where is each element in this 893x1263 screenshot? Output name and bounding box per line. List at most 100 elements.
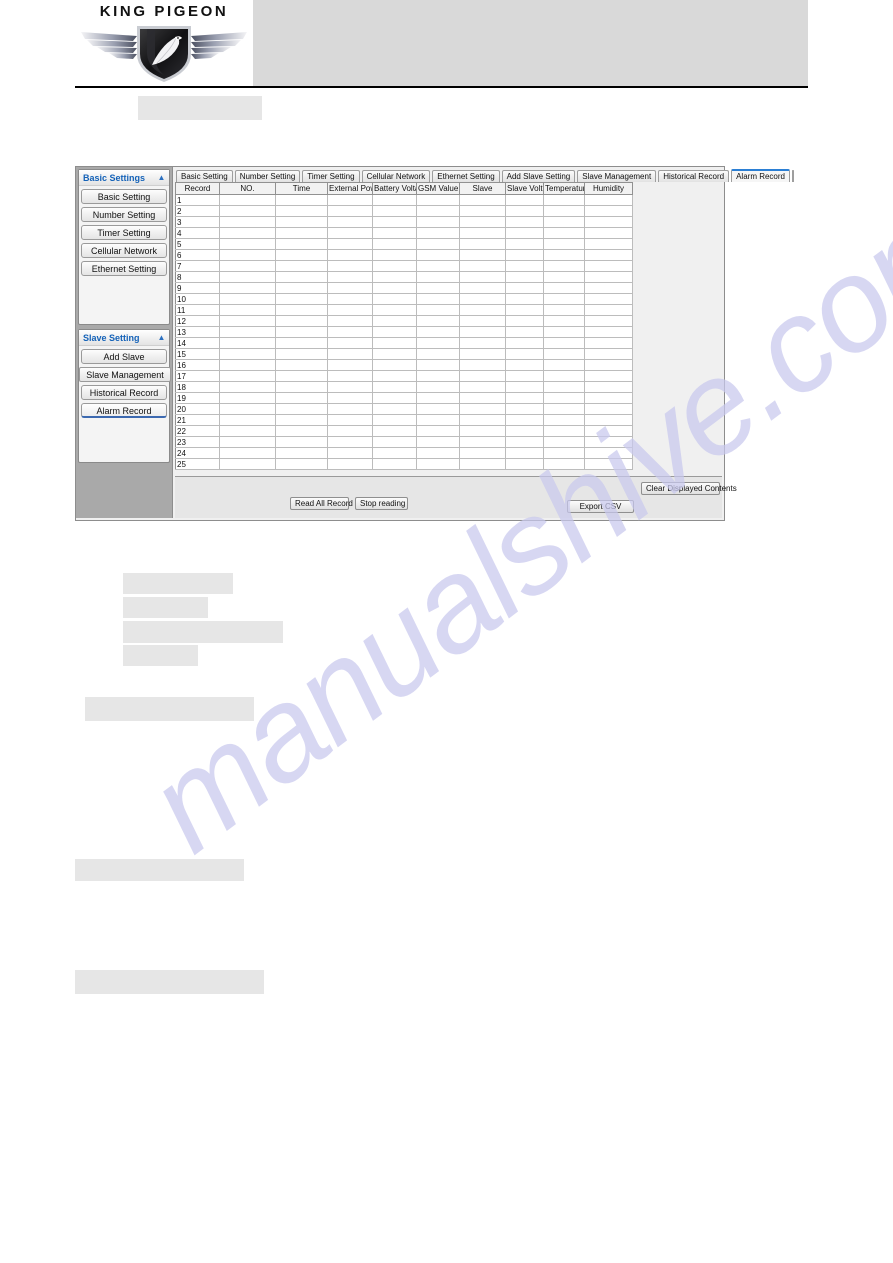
sidebar-item-timer-setting[interactable]: Timer Setting <box>81 225 167 240</box>
clear-displayed-contents-button[interactable]: Clear Displayed Contents <box>641 482 737 495</box>
table-cell[interactable] <box>584 205 633 217</box>
table-cell[interactable] <box>584 282 633 294</box>
table-cell[interactable] <box>416 425 460 437</box>
table-cell[interactable] <box>543 227 585 239</box>
table-cell[interactable] <box>275 249 328 261</box>
tab-slave-management[interactable]: Slave Management <box>577 170 657 182</box>
table-cell[interactable] <box>505 238 544 250</box>
table-cell[interactable] <box>327 227 373 239</box>
table-cell[interactable] <box>459 238 506 250</box>
table-cell[interactable] <box>275 337 328 349</box>
table-cell[interactable] <box>416 249 460 261</box>
table-cell[interactable] <box>275 304 328 316</box>
column-header-external-pow[interactable]: External Pow <box>327 182 373 195</box>
table-cell[interactable] <box>219 271 276 283</box>
table-row[interactable]: 11 <box>175 304 633 316</box>
table-cell[interactable] <box>505 271 544 283</box>
table-row[interactable]: 19 <box>175 392 633 404</box>
table-cell[interactable] <box>505 315 544 327</box>
table-cell[interactable] <box>327 403 373 415</box>
table-row[interactable]: 4 <box>175 227 633 239</box>
table-cell[interactable] <box>505 194 544 206</box>
table-cell[interactable] <box>275 348 328 360</box>
table-cell[interactable] <box>459 458 506 470</box>
table-cell[interactable] <box>584 194 633 206</box>
row-number-cell[interactable]: 5 <box>175 238 220 250</box>
table-cell[interactable] <box>416 403 460 415</box>
table-cell[interactable] <box>543 293 585 305</box>
table-cell[interactable] <box>543 194 585 206</box>
table-cell[interactable] <box>372 205 417 217</box>
table-cell[interactable] <box>416 326 460 338</box>
table-cell[interactable] <box>219 227 276 239</box>
row-number-cell[interactable]: 20 <box>175 403 220 415</box>
row-number-cell[interactable]: 21 <box>175 414 220 426</box>
column-header-battery-volta[interactable]: Battery Volta <box>372 182 417 195</box>
tab-add-slave-setting[interactable]: Add Slave Setting <box>501 170 576 182</box>
table-cell[interactable] <box>327 271 373 283</box>
table-cell[interactable] <box>416 414 460 426</box>
table-row[interactable]: 18 <box>175 381 633 393</box>
tab-cellular-network[interactable]: Cellular Network <box>361 170 431 182</box>
table-cell[interactable] <box>372 392 417 404</box>
table-row[interactable]: 24 <box>175 447 633 459</box>
row-number-cell[interactable]: 16 <box>175 359 220 371</box>
table-cell[interactable] <box>327 425 373 437</box>
table-cell[interactable] <box>416 216 460 228</box>
table-cell[interactable] <box>543 205 585 217</box>
row-number-cell[interactable]: 2 <box>175 205 220 217</box>
table-cell[interactable] <box>584 260 633 272</box>
table-cell[interactable] <box>219 194 276 206</box>
table-cell[interactable] <box>584 403 633 415</box>
table-cell[interactable] <box>219 249 276 261</box>
table-cell[interactable] <box>372 447 417 459</box>
table-cell[interactable] <box>372 414 417 426</box>
table-cell[interactable] <box>459 249 506 261</box>
sidebar-item-cellular-network[interactable]: Cellular Network <box>81 243 167 258</box>
table-cell[interactable] <box>327 348 373 360</box>
tab-basic-setting[interactable]: Basic Setting <box>176 170 233 182</box>
row-number-cell[interactable]: 10 <box>175 293 220 305</box>
table-cell[interactable] <box>543 238 585 250</box>
table-row[interactable]: 25 <box>175 458 633 470</box>
table-cell[interactable] <box>416 227 460 239</box>
table-cell[interactable] <box>584 392 633 404</box>
table-cell[interactable] <box>219 425 276 437</box>
table-cell[interactable] <box>327 293 373 305</box>
table-cell[interactable] <box>275 392 328 404</box>
table-cell[interactable] <box>327 392 373 404</box>
table-cell[interactable] <box>459 260 506 272</box>
table-row[interactable]: 16 <box>175 359 633 371</box>
table-cell[interactable] <box>372 249 417 261</box>
table-cell[interactable] <box>459 447 506 459</box>
column-header-time[interactable]: Time <box>275 182 328 195</box>
table-cell[interactable] <box>327 337 373 349</box>
table-cell[interactable] <box>275 458 328 470</box>
column-header-slave[interactable]: Slave <box>459 182 506 195</box>
column-header-slave-voltag[interactable]: Slave Voltag <box>505 182 544 195</box>
column-header-gsm-value[interactable]: GSM Value <box>416 182 460 195</box>
row-number-cell[interactable]: 4 <box>175 227 220 239</box>
table-cell[interactable] <box>459 194 506 206</box>
table-cell[interactable] <box>275 359 328 371</box>
table-cell[interactable] <box>543 359 585 371</box>
table-cell[interactable] <box>275 238 328 250</box>
table-cell[interactable] <box>275 370 328 382</box>
sidebar-group-header-basic-settings[interactable]: Basic Settings ▲ <box>79 170 169 186</box>
table-cell[interactable] <box>327 359 373 371</box>
table-cell[interactable] <box>327 447 373 459</box>
table-cell[interactable] <box>543 381 585 393</box>
table-cell[interactable] <box>416 447 460 459</box>
table-cell[interactable] <box>505 326 544 338</box>
table-cell[interactable] <box>416 359 460 371</box>
chevron-collapse-icon[interactable]: ▲ <box>157 173 166 182</box>
table-row[interactable]: 13 <box>175 326 633 338</box>
table-cell[interactable] <box>459 282 506 294</box>
table-cell[interactable] <box>543 425 585 437</box>
table-cell[interactable] <box>275 227 328 239</box>
table-cell[interactable] <box>416 370 460 382</box>
table-cell[interactable] <box>543 403 585 415</box>
table-row[interactable]: 9 <box>175 282 633 294</box>
table-cell[interactable] <box>543 216 585 228</box>
table-cell[interactable] <box>584 447 633 459</box>
